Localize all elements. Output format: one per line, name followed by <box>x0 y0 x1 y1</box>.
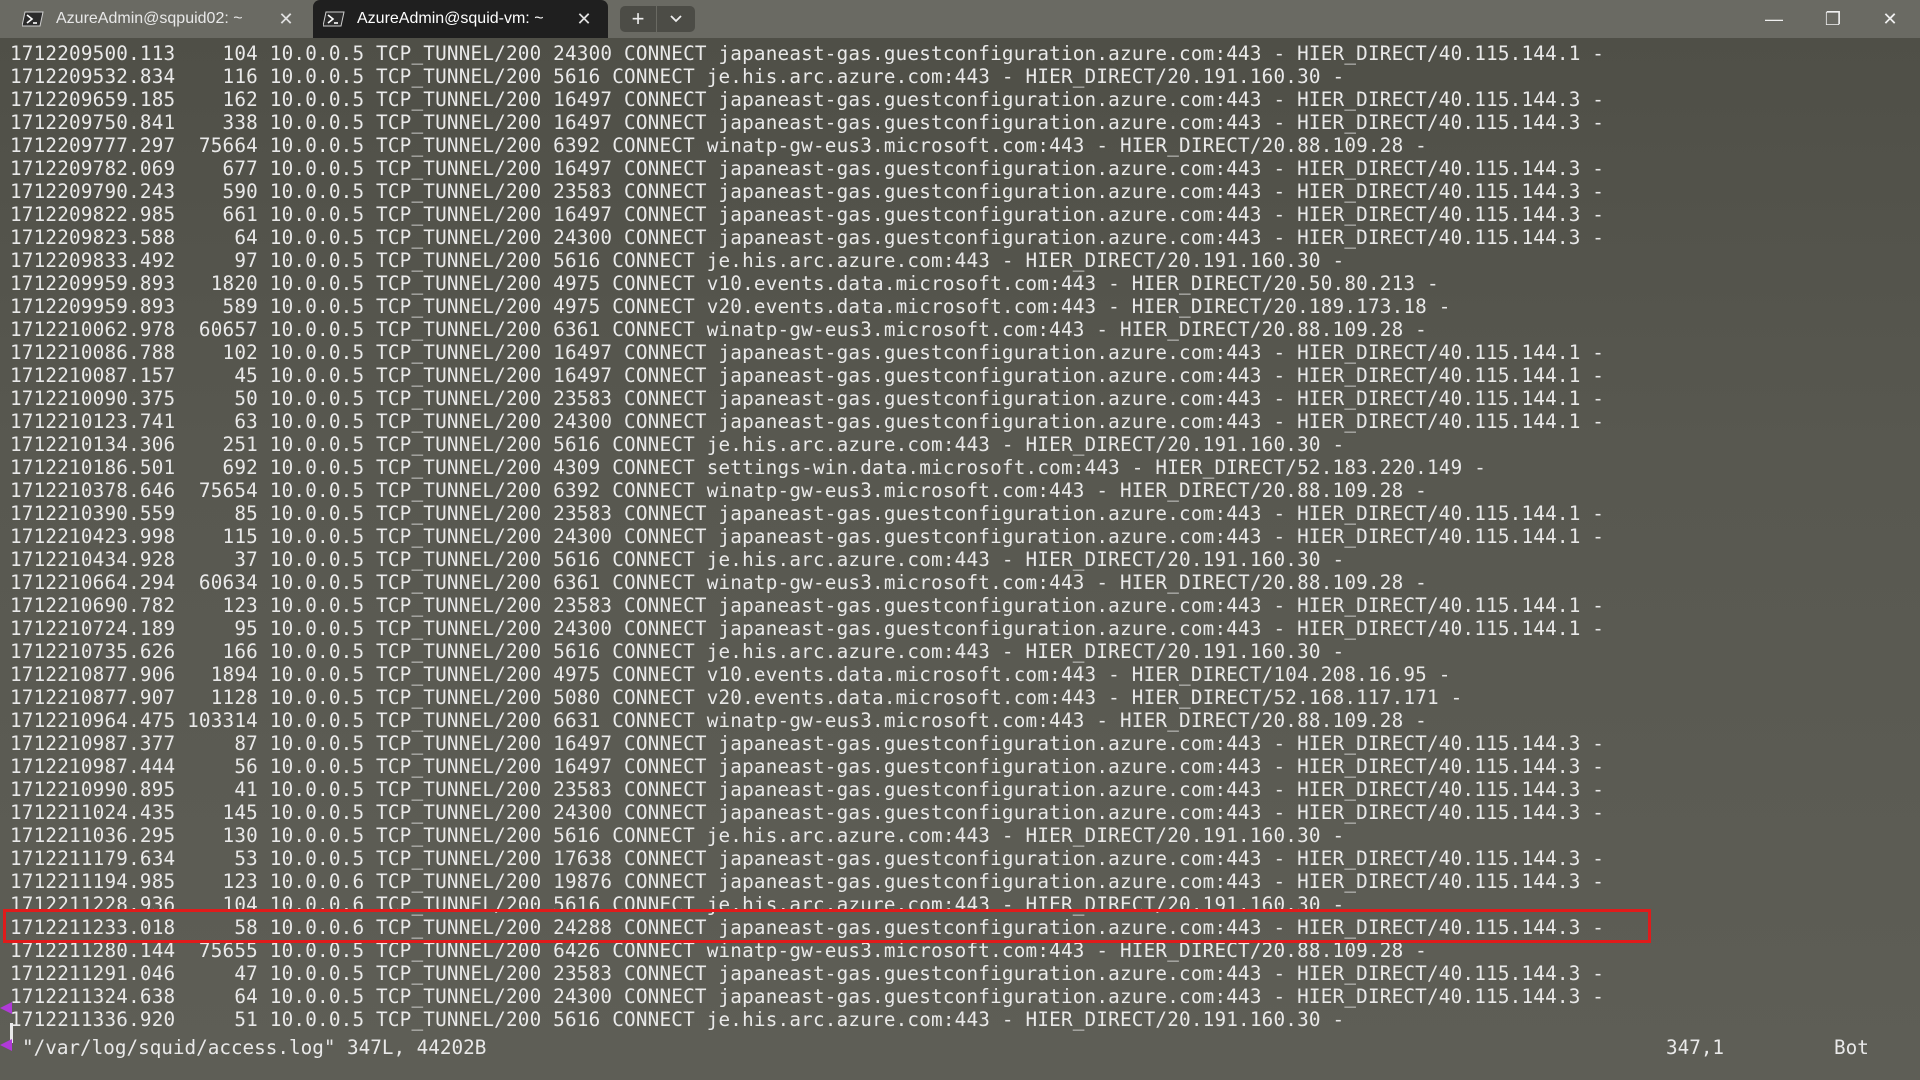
scroll-mark-icon <box>0 1002 12 1014</box>
log-line: 1712211024.435 145 10.0.0.5 TCP_TUNNEL/2… <box>10 801 1605 824</box>
log-line: 1712210390.559 85 10.0.0.5 TCP_TUNNEL/20… <box>10 502 1605 525</box>
powershell-icon <box>22 11 44 27</box>
log-line: 1712209782.069 677 10.0.0.5 TCP_TUNNEL/2… <box>10 157 1605 180</box>
log-line: 1712209500.113 104 10.0.0.5 TCP_TUNNEL/2… <box>10 42 1605 65</box>
close-tab-icon[interactable]: ✕ <box>574 9 594 29</box>
log-line: 1712210877.906 1894 10.0.0.5 TCP_TUNNEL/… <box>10 663 1451 686</box>
log-line: 1712210086.788 102 10.0.0.5 TCP_TUNNEL/2… <box>10 341 1605 364</box>
status-file-info: "/var/log/squid/access.log" 347L, 44202B <box>22 1036 487 1059</box>
log-line: 1712209790.243 590 10.0.0.5 TCP_TUNNEL/2… <box>10 180 1605 203</box>
highlight-box <box>3 909 1651 943</box>
log-line: 1712209750.841 338 10.0.0.5 TCP_TUNNEL/2… <box>10 111 1605 134</box>
log-line: 1712211194.985 123 10.0.0.6 TCP_TUNNEL/2… <box>10 870 1605 893</box>
log-line: 1712209833.492 97 10.0.0.5 TCP_TUNNEL/20… <box>10 249 1345 272</box>
log-line: 1712210964.475 103314 10.0.0.5 TCP_TUNNE… <box>10 709 1427 732</box>
log-line: 1712211336.920 51 10.0.0.5 TCP_TUNNEL/20… <box>10 1008 1345 1031</box>
log-line: 1712209532.834 116 10.0.0.5 TCP_TUNNEL/2… <box>10 65 1345 88</box>
log-line: 1712210123.741 63 10.0.0.5 TCP_TUNNEL/20… <box>10 410 1605 433</box>
log-line: 1712210423.998 115 10.0.0.5 TCP_TUNNEL/2… <box>10 525 1605 548</box>
chevron-down-icon <box>670 15 682 23</box>
log-line: 1712210087.157 45 10.0.0.5 TCP_TUNNEL/20… <box>10 364 1605 387</box>
log-line: 1712210690.782 123 10.0.0.5 TCP_TUNNEL/2… <box>10 594 1605 617</box>
close-window-button[interactable]: ✕ <box>1862 0 1918 38</box>
log-line: 1712210987.444 56 10.0.0.5 TCP_TUNNEL/20… <box>10 755 1605 778</box>
log-line: 1712209822.985 661 10.0.0.5 TCP_TUNNEL/2… <box>10 203 1605 226</box>
log-line: 1712209777.297 75664 10.0.0.5 TCP_TUNNEL… <box>10 134 1427 157</box>
title-bar: AzureAdmin@sqpuid02: ~ ✕ AzureAdmin@squi… <box>0 0 1920 38</box>
log-line: 1712210186.501 692 10.0.0.5 TCP_TUNNEL/2… <box>10 456 1487 479</box>
tab-label: AzureAdmin@sqpuid02: ~ <box>56 10 243 27</box>
log-line: 1712210724.189 95 10.0.0.5 TCP_TUNNEL/20… <box>10 617 1605 640</box>
log-line: 1712210434.928 37 10.0.0.5 TCP_TUNNEL/20… <box>10 548 1345 571</box>
log-line: 1712211291.046 47 10.0.0.5 TCP_TUNNEL/20… <box>10 962 1605 985</box>
log-line: 1712211179.634 53 10.0.0.5 TCP_TUNNEL/20… <box>10 847 1605 870</box>
powershell-icon <box>323 11 345 27</box>
status-scroll-indicator: Bot <box>1834 1036 1869 1059</box>
tab-sqpuid02[interactable]: AzureAdmin@sqpuid02: ~ ✕ <box>10 0 310 38</box>
log-line: 1712210062.978 60657 10.0.0.5 TCP_TUNNEL… <box>10 318 1427 341</box>
new-tab-button[interactable]: + <box>620 6 656 32</box>
log-line: 1712210134.306 251 10.0.0.5 TCP_TUNNEL/2… <box>10 433 1345 456</box>
log-line: 1712211036.295 130 10.0.0.5 TCP_TUNNEL/2… <box>10 824 1345 847</box>
log-line: 1712209823.588 64 10.0.0.5 TCP_TUNNEL/20… <box>10 226 1605 249</box>
scroll-mark-icon <box>0 1039 12 1051</box>
log-line: 1712209959.893 589 10.0.0.5 TCP_TUNNEL/2… <box>10 295 1451 318</box>
terminal-pane[interactable]: 1712209500.113 104 10.0.0.5 TCP_TUNNEL/2… <box>0 38 1920 1080</box>
log-line: 1712211324.638 64 10.0.0.5 TCP_TUNNEL/20… <box>10 985 1605 1008</box>
log-line: 1712210877.907 1128 10.0.0.5 TCP_TUNNEL/… <box>10 686 1463 709</box>
log-line: 1712210664.294 60634 10.0.0.5 TCP_TUNNEL… <box>10 571 1427 594</box>
log-line: 1712210735.626 166 10.0.0.5 TCP_TUNNEL/2… <box>10 640 1345 663</box>
log-line: 1712209959.893 1820 10.0.0.5 TCP_TUNNEL/… <box>10 272 1439 295</box>
log-line: 1712209659.185 162 10.0.0.5 TCP_TUNNEL/2… <box>10 88 1605 111</box>
log-line: 1712210378.646 75654 10.0.0.5 TCP_TUNNEL… <box>10 479 1427 502</box>
tab-label: AzureAdmin@squid-vm: ~ <box>357 10 544 27</box>
close-tab-icon[interactable]: ✕ <box>276 9 296 29</box>
tab-dropdown-button[interactable] <box>657 6 695 32</box>
log-line: 1712210987.377 87 10.0.0.5 TCP_TUNNEL/20… <box>10 732 1605 755</box>
maximize-button[interactable]: ❐ <box>1805 0 1861 38</box>
minimize-button[interactable]: — <box>1746 0 1802 38</box>
status-cursor-position: 347,1 <box>1666 1036 1725 1059</box>
log-line: 1712210990.895 41 10.0.0.5 TCP_TUNNEL/20… <box>10 778 1605 801</box>
log-line: 1712210090.375 50 10.0.0.5 TCP_TUNNEL/20… <box>10 387 1605 410</box>
tab-squid-vm[interactable]: AzureAdmin@squid-vm: ~ ✕ <box>313 0 608 38</box>
